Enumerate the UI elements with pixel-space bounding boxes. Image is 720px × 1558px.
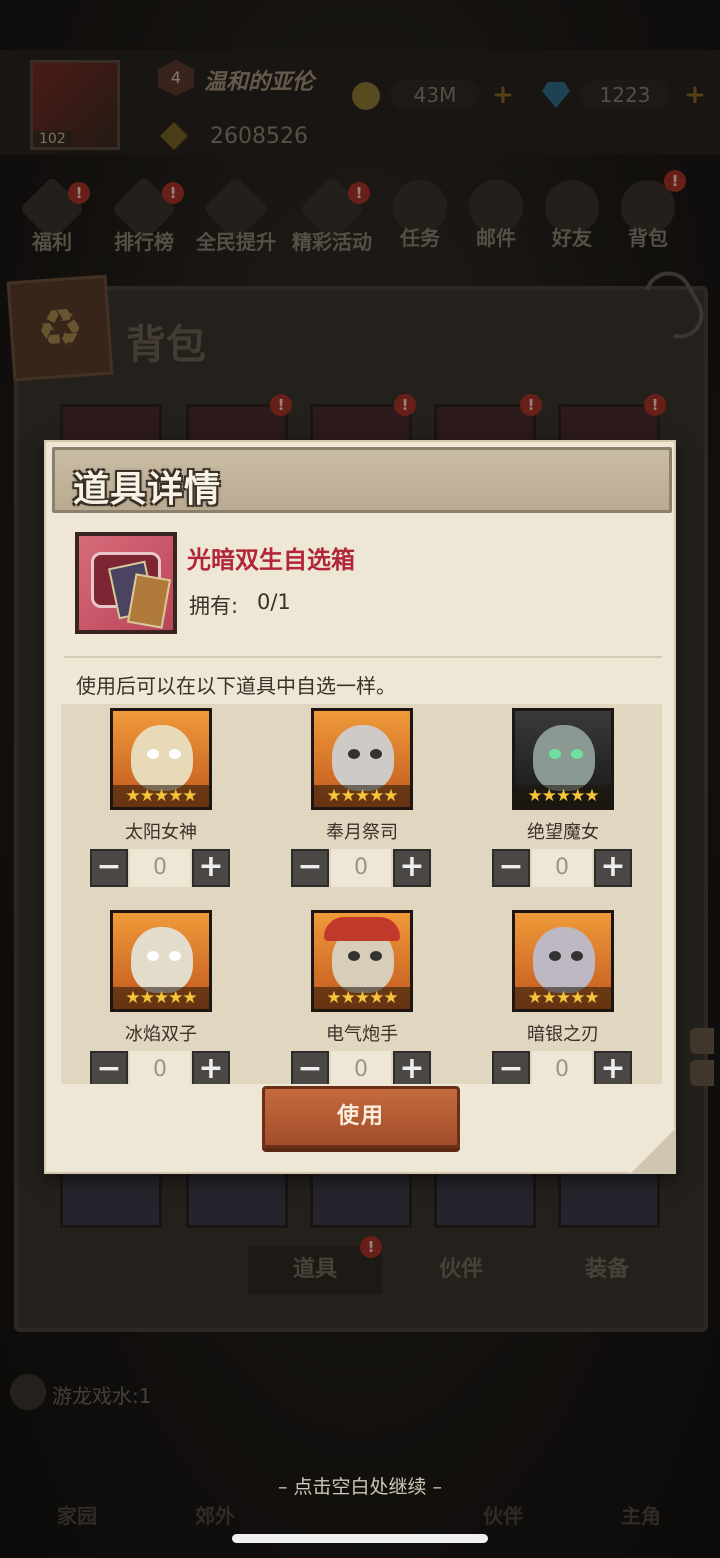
- hero-name: 太阳女神: [125, 822, 197, 843]
- increase-button[interactable]: +: [594, 1051, 632, 1084]
- quantity-value: 0: [532, 849, 592, 887]
- quantity-value: 0: [532, 1051, 592, 1084]
- choice-item: ★★★★★ 太阳女神 − 0 +: [61, 704, 241, 904]
- choice-item: ★★★★★ 冰焰双子 − 0 +: [61, 906, 241, 1084]
- hero-name: 奉月祭司: [326, 822, 398, 843]
- item-thumbnail: [75, 532, 177, 634]
- home-indicator[interactable]: [232, 1534, 488, 1543]
- quantity-stepper: − 0 +: [90, 1051, 230, 1084]
- star-rating: ★★★★★: [515, 785, 611, 807]
- increase-button[interactable]: +: [393, 849, 431, 887]
- owned-value: 0/1: [257, 590, 291, 614]
- star-rating: ★★★★★: [314, 987, 410, 1009]
- use-button[interactable]: 使用: [262, 1086, 460, 1148]
- decrease-button[interactable]: −: [90, 1051, 128, 1084]
- hero-portrait: ★★★★★: [311, 708, 413, 810]
- hero-portrait: ★★★★★: [512, 708, 614, 810]
- tap-to-continue-hint: – 点击空白处继续 –: [277, 1476, 443, 1498]
- hero-portrait: ★★★★★: [110, 708, 212, 810]
- quantity-stepper: − 0 +: [90, 849, 230, 887]
- screen[interactable]: 102 4 温和的亚伦 43M + 1223 + 2608526 福利! 排行榜…: [0, 0, 720, 1558]
- dialog-header: 道具详情: [52, 447, 672, 513]
- decrease-button[interactable]: −: [492, 1051, 530, 1084]
- choice-grid[interactable]: ★★★★★ 太阳女神 − 0 + ★★★★★ 奉月祭司 − 0 + ★★★★★ …: [61, 704, 662, 1084]
- quantity-stepper: − 0 +: [492, 1051, 632, 1084]
- increase-button[interactable]: +: [192, 1051, 230, 1084]
- increase-button[interactable]: +: [393, 1051, 431, 1084]
- decrease-button[interactable]: −: [90, 849, 128, 887]
- page-curl: [630, 1128, 676, 1174]
- dialog-title: 道具详情: [73, 469, 222, 510]
- quantity-stepper: − 0 +: [291, 849, 431, 887]
- star-rating: ★★★★★: [113, 987, 209, 1009]
- hero-name: 绝望魔女: [527, 822, 599, 843]
- star-rating: ★★★★★: [113, 785, 209, 807]
- quantity-value: 0: [130, 849, 190, 887]
- increase-button[interactable]: +: [594, 849, 632, 887]
- hero-portrait: ★★★★★: [311, 910, 413, 1012]
- choice-item: ★★★★★ 绝望魔女 − 0 +: [463, 704, 643, 904]
- divider: [64, 656, 662, 658]
- hero-name: 暗银之刃: [527, 1024, 599, 1045]
- quantity-stepper: − 0 +: [492, 849, 632, 887]
- star-rating: ★★★★★: [515, 987, 611, 1009]
- decrease-button[interactable]: −: [291, 849, 329, 887]
- star-rating: ★★★★★: [314, 785, 410, 807]
- increase-button[interactable]: +: [192, 849, 230, 887]
- choice-item: ★★★★★ 电气炮手 − 0 +: [262, 906, 442, 1084]
- quantity-value: 0: [331, 1051, 391, 1084]
- hero-name: 冰焰双子: [125, 1024, 197, 1045]
- choice-item: ★★★★★ 暗银之刃 − 0 +: [463, 906, 643, 1084]
- hero-name: 电气炮手: [326, 1024, 398, 1045]
- quantity-value: 0: [331, 849, 391, 887]
- owned-label: 拥有:: [189, 594, 239, 618]
- item-name: 光暗双生自选箱: [187, 546, 355, 574]
- decrease-button[interactable]: −: [492, 849, 530, 887]
- decrease-button[interactable]: −: [291, 1051, 329, 1084]
- quantity-stepper: − 0 +: [291, 1051, 431, 1084]
- choice-item: ★★★★★ 奉月祭司 − 0 +: [262, 704, 442, 904]
- item-description: 使用后可以在以下道具中自选一样。: [76, 674, 396, 698]
- hero-portrait: ★★★★★: [512, 910, 614, 1012]
- hero-portrait: ★★★★★: [110, 910, 212, 1012]
- item-detail-dialog: 道具详情 光暗双生自选箱 拥有: 0/1 使用后可以在以下道具中自选一样。 ★★…: [44, 440, 676, 1174]
- quantity-value: 0: [130, 1051, 190, 1084]
